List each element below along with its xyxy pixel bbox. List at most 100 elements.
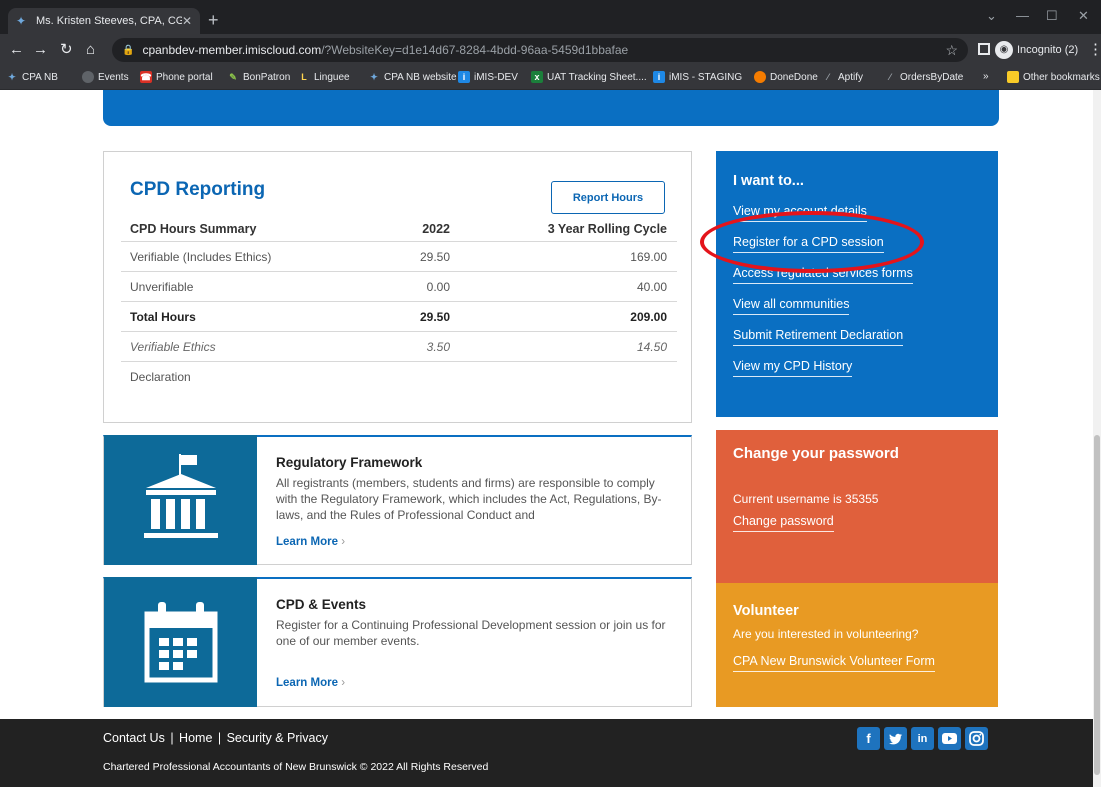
contact-us-link[interactable]: Contact Us bbox=[103, 731, 165, 745]
view-cpd-history-link[interactable]: View my CPD History bbox=[733, 359, 853, 377]
change-password-link[interactable]: Change password bbox=[733, 514, 834, 532]
address-bar[interactable]: 🔒 cpanbdev-member.imiscloud.com /?Websit… bbox=[112, 38, 968, 62]
i-want-to-panel: I want to... View my account details Reg… bbox=[716, 151, 998, 417]
youtube-icon[interactable] bbox=[938, 727, 961, 750]
page-viewport: CPD Reporting Report Hours CPD Hours Sum… bbox=[0, 90, 1093, 787]
security-privacy-link[interactable]: Security & Privacy bbox=[227, 731, 328, 745]
phone-icon: ☎ bbox=[140, 71, 152, 83]
scrollbar-thumb[interactable] bbox=[1094, 435, 1100, 775]
table-row: Unverifiable 0.00 40.00 bbox=[121, 272, 677, 302]
bookmark-label: Aptify bbox=[838, 71, 864, 83]
bookmarks-overflow-button[interactable]: » bbox=[983, 71, 989, 82]
volunteer-panel: Volunteer Are you interested in voluntee… bbox=[716, 583, 998, 707]
events-title: CPD & Events bbox=[276, 597, 367, 612]
events-body: CPD & Events Register for a Continuing P… bbox=[276, 597, 673, 649]
regulatory-framework-card: Regulatory Framework All registrants (me… bbox=[103, 435, 692, 565]
url-host: cpanbdev-member.imiscloud.com bbox=[142, 43, 322, 57]
view-communities-link[interactable]: View all communities bbox=[733, 297, 850, 315]
row-label: Verifiable Ethics bbox=[130, 339, 216, 354]
close-tab-icon[interactable]: ✕ bbox=[182, 14, 192, 28]
bookmark-cpa-nb-website[interactable]: ✦ CPA NB website bbox=[368, 71, 456, 83]
volunteer-form-link[interactable]: CPA New Brunswick Volunteer Form bbox=[733, 654, 935, 672]
maple-leaf-icon: ✦ bbox=[8, 72, 16, 82]
lock-icon[interactable]: 🔒 bbox=[122, 45, 134, 56]
maximize-button[interactable]: ☐ bbox=[1046, 8, 1058, 24]
hero-banner-bottom bbox=[103, 90, 999, 126]
imis-icon: i bbox=[653, 71, 665, 83]
government-building-icon bbox=[104, 435, 257, 565]
register-cpd-session-link[interactable]: Register for a CPD session bbox=[733, 235, 884, 253]
browser-tab[interactable]: ✦ Ms. Kristen Steeves, CPA, CGA ✕ bbox=[8, 8, 200, 34]
maple-leaf-icon: ✦ bbox=[370, 72, 378, 82]
new-tab-button[interactable]: + bbox=[208, 10, 219, 30]
bookmark-phone-portal[interactable]: ☎ Phone portal bbox=[140, 71, 213, 83]
twitter-icon[interactable] bbox=[884, 727, 907, 750]
side-panel-icon[interactable] bbox=[978, 43, 990, 55]
browser-tabstrip: ✦ Ms. Kristen Steeves, CPA, CGA ✕ + ⌄ — … bbox=[0, 0, 1101, 34]
home-button[interactable]: ⌂ bbox=[86, 41, 95, 59]
other-bookmarks[interactable]: Other bookmarks bbox=[1007, 71, 1100, 83]
bookmark-label: Events bbox=[98, 71, 129, 83]
cpd-reporting-title: CPD Reporting bbox=[130, 179, 266, 200]
cpd-hours-table: CPD Hours Summary 2022 3 Year Rolling Cy… bbox=[121, 216, 677, 392]
cycle-value: 14.50 bbox=[636, 339, 667, 354]
instagram-icon[interactable] bbox=[965, 727, 988, 750]
home-link[interactable]: Home bbox=[179, 731, 212, 745]
bookmark-linguee[interactable]: L Linguee bbox=[298, 71, 350, 83]
bookmark-donedone[interactable]: DoneDone bbox=[754, 71, 818, 83]
i-want-to-title: I want to... bbox=[733, 173, 804, 189]
bookmark-label: Linguee bbox=[314, 71, 350, 83]
bookmark-aptify[interactable]: ⁄ Aptify bbox=[822, 71, 863, 83]
table-row: Total Hours 29.50 209.00 bbox=[121, 302, 677, 332]
bookmark-ordersbydate[interactable]: ⁄ OrdersByDate bbox=[884, 71, 963, 83]
cycle-value: 169.00 bbox=[630, 249, 667, 264]
facebook-icon[interactable]: f bbox=[857, 727, 880, 750]
bookmark-bonpatron[interactable]: ✎ BonPatron bbox=[227, 71, 290, 83]
view-account-details-link[interactable]: View my account details bbox=[733, 204, 867, 222]
change-password-title: Change your password bbox=[733, 445, 899, 462]
bookmark-events[interactable]: Events bbox=[82, 71, 129, 83]
tab-title: Ms. Kristen Steeves, CPA, CGA bbox=[36, 15, 182, 27]
submit-retirement-link[interactable]: Submit Retirement Declaration bbox=[733, 328, 904, 346]
row-label: Declaration bbox=[130, 370, 191, 384]
footer-separator: | bbox=[214, 731, 225, 745]
aptify-icon: ⁄ bbox=[889, 72, 891, 82]
bookmark-cpa-nb[interactable]: ✦ CPA NB bbox=[6, 71, 58, 83]
incognito-icon: ◉ bbox=[995, 41, 1013, 59]
minimize-button[interactable]: — bbox=[1016, 8, 1029, 23]
bookmark-uat-tracking[interactable]: x UAT Tracking Sheet.... bbox=[531, 71, 647, 83]
cpd-reporting-card: CPD Reporting Report Hours CPD Hours Sum… bbox=[103, 151, 692, 423]
browser-menu-icon[interactable]: ⋮ bbox=[1088, 40, 1101, 58]
site-footer: Contact Us | Home | Security & Privacy C… bbox=[0, 719, 1093, 787]
learn-more-label: Learn More bbox=[276, 677, 338, 689]
bookmark-label: CPA NB bbox=[22, 71, 58, 83]
excel-icon: x bbox=[531, 71, 543, 83]
current-username-text: Current username is 35355 bbox=[733, 492, 879, 506]
url-path: /?WebsiteKey=d1e14d67-8284-4bdd-96aa-545… bbox=[321, 43, 629, 57]
events-text: Register for a Continuing Professional D… bbox=[276, 618, 666, 648]
close-window-button[interactable]: ✕ bbox=[1078, 8, 1089, 24]
bookmark-imis-dev[interactable]: i iMIS-DEV bbox=[458, 71, 518, 83]
bookmark-star-icon[interactable]: ☆ bbox=[945, 42, 958, 59]
regulatory-text: All registrants (members, students and f… bbox=[276, 476, 662, 522]
year-value: 29.50 bbox=[419, 249, 450, 264]
access-regulated-forms-link[interactable]: Access regulated services forms bbox=[733, 266, 913, 284]
back-button[interactable]: ← bbox=[9, 41, 24, 59]
reload-button[interactable]: ↻ bbox=[60, 41, 73, 59]
bookmark-label: UAT Tracking Sheet.... bbox=[547, 71, 647, 83]
year-value: 3.50 bbox=[426, 339, 450, 354]
tab-search-icon[interactable]: ⌄ bbox=[986, 8, 997, 24]
linkedin-icon[interactable]: in bbox=[911, 727, 934, 750]
report-hours-button[interactable]: Report Hours bbox=[551, 181, 665, 214]
bookmark-label: iMIS-DEV bbox=[474, 71, 518, 83]
volunteer-title: Volunteer bbox=[733, 603, 799, 619]
bookmark-imis-staging[interactable]: i iMIS - STAGING bbox=[653, 71, 742, 83]
regulatory-learn-more-link[interactable]: Learn More › bbox=[276, 536, 345, 548]
bookmark-label: Phone portal bbox=[156, 71, 213, 83]
aptify-icon: ⁄ bbox=[827, 72, 829, 82]
page-scrollbar[interactable] bbox=[1093, 90, 1101, 787]
forward-button[interactable]: → bbox=[33, 41, 48, 59]
events-learn-more-link[interactable]: Learn More › bbox=[276, 677, 345, 689]
bookmark-label: Other bookmarks bbox=[1023, 71, 1100, 83]
profile-button[interactable]: ◉ Incognito (2) bbox=[995, 41, 1078, 59]
